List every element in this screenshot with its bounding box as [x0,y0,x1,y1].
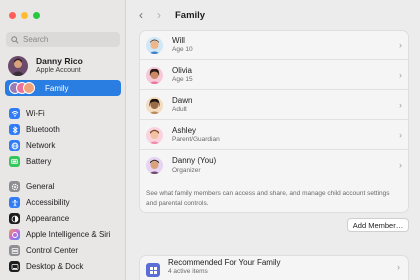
chevron-right-icon: › [157,8,161,22]
sidebar-item-appearance[interactable]: Appearance [5,211,121,226]
chevron-right-icon: › [399,130,402,140]
family-members-card: Will Age 10 › Olivia Age 15 › Dawn Adult [139,30,410,213]
accessibility-icon [9,197,20,208]
chevron-right-icon: › [399,70,402,80]
search-placeholder: Search [23,35,49,44]
avatar [146,157,163,174]
sidebar-item-label: Appearance [26,214,70,223]
battery-icon [9,156,20,167]
sidebar-item-wifi[interactable]: Wi-Fi [5,106,121,121]
wifi-icon [9,108,20,119]
sidebar-item-family[interactable]: Family [5,80,121,96]
toolbar: ‹ › Family [127,0,420,30]
avatar [8,56,28,76]
member-role: Age 15 [172,76,193,83]
account-name: Danny Rico [36,56,83,66]
sidebar-item-label: Control Center [26,246,79,255]
account-subtitle: Apple Account [36,67,81,74]
member-name: Ashley [172,125,197,135]
sidebar-item-label: Desktop & Dock [26,262,84,271]
gear-icon [9,181,20,192]
sidebar-item-label: Wi-Fi [26,109,45,118]
close-window-button[interactable] [9,12,16,19]
member-row-will[interactable]: Will Age 10 › [140,31,410,60]
recommended-icon [146,263,160,277]
sidebar-item-label: Accessibility [26,198,70,207]
window-controls [9,12,40,19]
avatar [146,126,163,144]
back-button[interactable]: ‹ [139,8,143,22]
chevron-right-icon: › [399,160,402,170]
sidebar: Search Danny Rico Apple Account Family W… [0,0,126,280]
main-pane: ‹ › Family Will Age 10 › Olivia Age 15 › [127,0,420,280]
member-name: Danny (You) [172,156,217,165]
chevron-left-icon: ‹ [139,8,143,22]
recommended-row[interactable]: Recommended For Your Family 4 active ite… [139,255,409,280]
member-role: Organizer [172,166,201,174]
member-role: Adult [172,106,187,113]
chevron-right-icon: › [399,100,402,110]
sidebar-item-label: Apple Intelligence & Siri [26,230,111,239]
search-icon [11,35,19,44]
member-row-dawn[interactable]: Dawn Adult › [140,91,410,120]
sidebar-item-label: General [26,182,55,191]
forward-button[interactable]: › [157,8,161,22]
recommended-subtitle: 4 active items [168,268,208,275]
sidebar-item-desktop-dock[interactable]: Desktop & Dock [5,259,121,274]
page-title: Family [175,9,206,21]
sidebar-item-battery[interactable]: Battery [5,154,121,169]
apple-account-item[interactable]: Danny Rico Apple Account [8,55,122,77]
sidebar-item-control-center[interactable]: Control Center [5,243,121,258]
family-avatars-icon [9,82,39,94]
sidebar-item-accessibility[interactable]: Accessibility [5,195,121,210]
minimize-window-button[interactable] [21,12,28,19]
search-input[interactable]: Search [6,32,120,47]
avatar [146,96,163,114]
chevron-right-icon: › [399,40,402,50]
bluetooth-icon [9,124,20,135]
siri-icon [9,229,20,240]
family-description: See what family members can access and s… [146,190,390,207]
member-name: Olivia [172,65,193,75]
member-role: Parent/Guardian [172,136,220,143]
sidebar-item-bluetooth[interactable]: Bluetooth [5,122,121,137]
sidebar-item-label: Bluetooth [26,125,60,134]
dock-icon [9,261,20,272]
member-row-danny[interactable]: Danny (You) Organizer › [140,151,410,180]
chevron-right-icon: › [397,262,400,272]
member-row-olivia[interactable]: Olivia Age 15 › [140,61,410,90]
sidebar-item-label: Family [45,83,69,93]
avatar [146,66,163,84]
member-row-ashley[interactable]: Ashley Parent/Guardian › [140,121,410,150]
globe-icon [9,140,20,151]
recommended-title: Recommended For Your Family [168,257,281,267]
sidebar-item-network[interactable]: Network [5,138,121,153]
control-center-icon [9,245,20,256]
sidebar-item-apple-intelligence-siri[interactable]: Apple Intelligence & Siri [5,227,121,242]
zoom-window-button[interactable] [33,12,40,19]
sidebar-item-label: Battery [26,157,52,166]
sidebar-item-label: Network [26,141,56,150]
member-name: Will [172,35,185,45]
sidebar-item-general[interactable]: General [5,179,121,194]
member-name: Dawn [172,95,193,105]
avatar [146,36,163,54]
add-member-button[interactable]: Add Member… [347,218,409,232]
appearance-icon [9,213,20,224]
member-role: Age 10 [172,46,193,53]
